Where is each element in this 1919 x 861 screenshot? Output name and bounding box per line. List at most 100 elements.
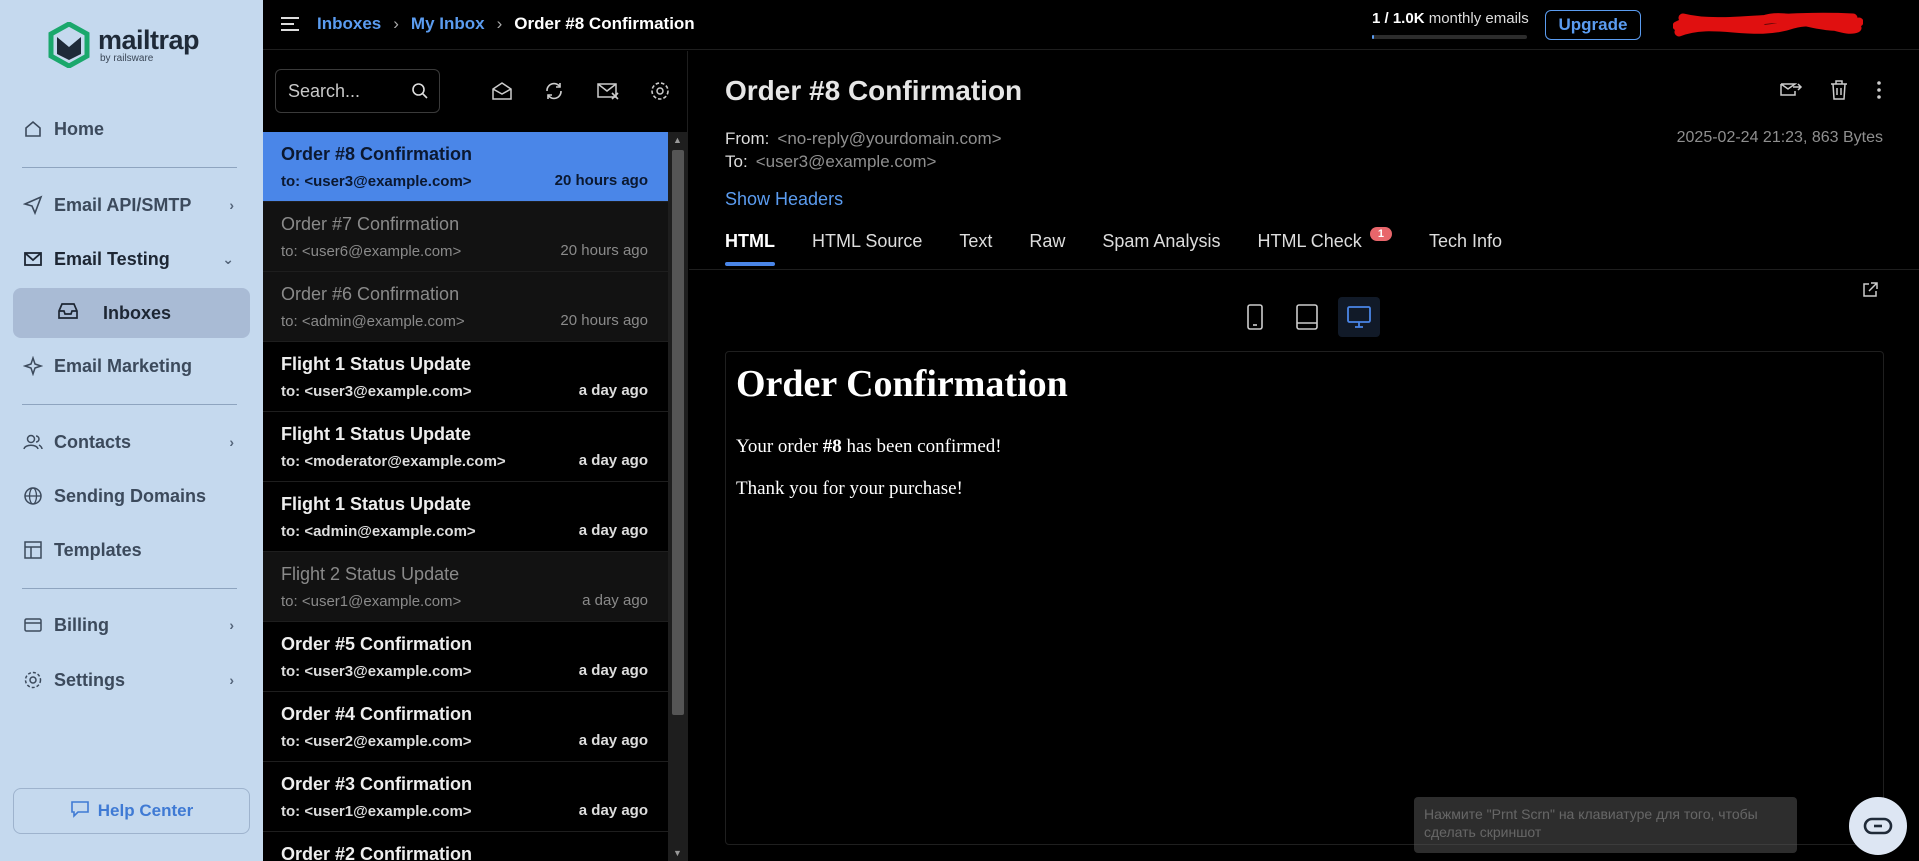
message-list-item[interactable]: Order #8 Confirmation to: <user3@example.… <box>263 132 668 202</box>
search-icon[interactable] <box>411 82 429 105</box>
upgrade-button[interactable]: Upgrade <box>1545 10 1641 40</box>
credit-card-icon <box>22 614 44 636</box>
sidebar: mailtrap by railsware Home Email API/SMT… <box>0 0 263 861</box>
message-list-item[interactable]: Order #3 Confirmation to: <user1@example.… <box>263 762 668 832</box>
help-center-button[interactable]: Help Center <box>13 788 250 834</box>
scrollbar-thumb[interactable] <box>672 150 684 715</box>
open-external-icon[interactable] <box>1861 281 1879 304</box>
to-line: To: <user3@example.com> <box>725 152 936 172</box>
tab-label: HTML Check <box>1257 231 1362 251</box>
forward-icon[interactable] <box>1779 79 1803 106</box>
message-list-item[interactable]: Order #6 Confirmation to: <admin@example.… <box>263 272 668 342</box>
usage-count: 1 / 1.0K <box>1372 10 1425 27</box>
sidebar-item-email-testing[interactable]: Email Testing ⌄ <box>22 242 242 276</box>
tab-label: Tech Info <box>1428 231 1502 251</box>
clear-inbox-icon[interactable] <box>596 79 620 103</box>
more-vertical-icon[interactable] <box>1875 79 1883 106</box>
message-list-item[interactable]: Flight 1 Status Update to: <user3@example… <box>263 342 668 412</box>
message-tabs: HTML HTML Source Text Raw Spam Analysis HTML … <box>725 227 1539 266</box>
message-list-item[interactable]: Order #4 Confirmation to: <user2@example.… <box>263 692 668 762</box>
message-meta: 2025-02-24 21:23, 863 Bytes <box>1676 129 1883 146</box>
sidebar-item-inboxes[interactable]: Inboxes <box>13 288 250 338</box>
screenshot-hint-toast: Нажмите "Prnt Scrn" на клавиатуре для то… <box>1414 797 1797 853</box>
brand-sub: by railsware <box>100 52 154 64</box>
message-subject: Order #4 Confirmation <box>281 704 473 724</box>
chevron-right-icon: › <box>229 434 234 450</box>
message-time: 20 hours ago <box>554 172 648 189</box>
sidebar-item-label: Email API/SMTP <box>54 194 192 215</box>
tab-tech-info[interactable]: Tech Info <box>1429 231 1502 266</box>
sidebar-item-label: Billing <box>54 614 109 635</box>
tab-text[interactable]: Text <box>959 231 992 266</box>
sidebar-item-label: Home <box>54 118 105 139</box>
desktop-preview-icon[interactable] <box>1338 297 1380 337</box>
message-list-scrollbar[interactable]: ▲ ▼ <box>668 132 688 861</box>
message-subject: Order #5 Confirmation <box>281 634 473 654</box>
sidebar-item-billing[interactable]: Billing › <box>22 608 242 642</box>
search-input[interactable] <box>276 70 406 113</box>
scroll-down-arrow-icon[interactable]: ▼ <box>673 848 682 858</box>
chat-widget-button[interactable] <box>1849 797 1907 855</box>
show-headers-link[interactable]: Show Headers <box>725 189 843 210</box>
refresh-icon[interactable] <box>542 79 566 103</box>
mobile-preview-icon[interactable] <box>1234 297 1276 337</box>
message-list: Order #8 Confirmation to: <user3@example.… <box>263 132 668 861</box>
tablet-preview-icon[interactable] <box>1286 297 1328 337</box>
divider <box>22 404 237 405</box>
tab-html[interactable]: HTML <box>725 231 775 266</box>
home-icon <box>22 118 44 140</box>
redacted-account-scribble <box>1673 12 1863 37</box>
sidebar-item-home[interactable]: Home <box>22 112 242 146</box>
users-icon <box>22 431 44 453</box>
mark-read-icon[interactable] <box>490 79 514 103</box>
message-time: a day ago <box>578 802 648 819</box>
sidebar-item-contacts[interactable]: Contacts › <box>22 425 242 459</box>
message-list-item[interactable]: Order #7 Confirmation to: <user6@example.… <box>263 202 668 272</box>
sidebar-item-label: Email Testing <box>54 248 170 269</box>
message-time: a day ago <box>578 522 648 539</box>
email-heading: Order Confirmation <box>736 363 1068 405</box>
breadcrumb-inboxes[interactable]: Inboxes <box>317 14 381 34</box>
chevron-down-icon: ⌄ <box>222 250 234 267</box>
usage-meter: 1 / 1.0K monthly emails <box>1372 10 1532 39</box>
message-time: a day ago <box>578 382 648 399</box>
sidebar-item-email-marketing[interactable]: Email Marketing <box>22 349 242 383</box>
message-time: a day ago <box>578 662 648 679</box>
message-time: a day ago <box>578 452 648 469</box>
tab-html-check[interactable]: HTML Check 1 <box>1257 227 1392 266</box>
message-time: a day ago <box>578 732 648 749</box>
tab-label: Raw <box>1029 231 1066 251</box>
usage-bar <box>1372 35 1527 39</box>
message-time: 20 hours ago <box>560 242 648 259</box>
message-subject: Order #8 Confirmation <box>281 144 473 164</box>
breadcrumb-separator: › <box>496 14 503 33</box>
message-subject: Flight 1 Status Update <box>281 424 472 444</box>
tab-label: Text <box>959 231 993 251</box>
scroll-up-arrow-icon[interactable]: ▲ <box>673 135 682 145</box>
tabs-divider <box>689 269 1919 270</box>
message-subject: Flight 1 Status Update <box>281 354 472 374</box>
message-time: a day ago <box>582 592 648 609</box>
message-list-item[interactable]: Order #2 Confirmation <box>263 832 668 861</box>
sidebar-item-templates[interactable]: Templates <box>22 533 242 567</box>
sidebar-item-settings[interactable]: Settings › <box>22 663 242 697</box>
tab-html-source[interactable]: HTML Source <box>812 231 922 266</box>
sidebar-item-sending-domains[interactable]: Sending Domains <box>22 479 242 513</box>
menu-toggle-icon[interactable] <box>280 15 300 38</box>
sidebar-item-email-api[interactable]: Email API/SMTP › <box>22 188 242 222</box>
breadcrumb-my-inbox[interactable]: My Inbox <box>411 14 485 34</box>
message-subject: Order #7 Confirmation <box>281 214 460 234</box>
message-list-item[interactable]: Order #5 Confirmation to: <user3@example.… <box>263 622 668 692</box>
sidebar-item-label: Templates <box>54 539 142 560</box>
from-label: From: <box>725 129 770 148</box>
logo[interactable]: mailtrap by railsware <box>48 22 200 68</box>
sparkle-icon <box>22 355 44 377</box>
message-list-item[interactable]: Flight 2 Status Update to: <user1@example… <box>263 552 668 622</box>
inbox-settings-gear-icon[interactable] <box>648 79 672 103</box>
trash-icon[interactable] <box>1829 79 1849 106</box>
tab-raw[interactable]: Raw <box>1029 231 1065 266</box>
message-list-item[interactable]: Flight 1 Status Update to: <moderator@exa… <box>263 412 668 482</box>
tab-spam-analysis[interactable]: Spam Analysis <box>1102 231 1220 266</box>
message-list-item[interactable]: Flight 1 Status Update to: <admin@example… <box>263 482 668 552</box>
message-detail: Order #8 Confirmation From: <no-reply@you… <box>689 51 1919 861</box>
